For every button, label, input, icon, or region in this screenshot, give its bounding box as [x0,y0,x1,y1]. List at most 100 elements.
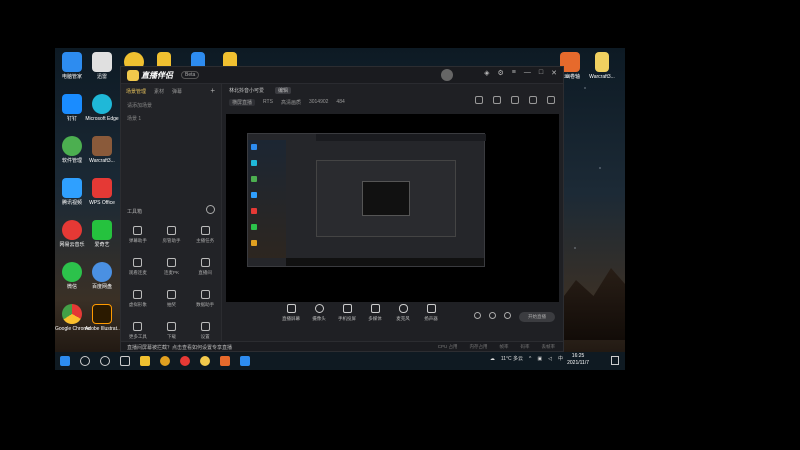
settings-icon[interactable]: ⚙ [498,69,504,77]
netease-music-taskbar-icon[interactable] [180,356,190,366]
media-button[interactable]: 多媒体 [361,304,389,322]
camera-button[interactable]: 摄像头 [305,304,333,322]
minimize-icon[interactable]: — [524,69,531,77]
tool-avatar[interactable]: 虚拟形象 [121,290,155,314]
phone-cast-button[interactable]: 手机投屏 [333,304,361,322]
cortana-icon[interactable] [100,356,110,366]
tool-lottery[interactable]: 抽奖 [155,290,189,314]
notification-icon[interactable] [611,356,619,365]
desktop-icon-label: 爱奇艺 [94,242,110,248]
music-icon [62,220,82,240]
avatar-icon [133,290,143,299]
desktop-icon-edge[interactable]: Microsoft Edge [85,94,119,122]
tool-data-helper[interactable]: 数据助手 [188,290,222,314]
chrome-taskbar-icon[interactable] [160,356,170,366]
camera-icon[interactable] [511,96,519,104]
edit-title-button[interactable]: 编辑 [275,87,292,94]
tab-scene-manager[interactable]: 场景管理 [126,88,146,95]
windows-start-icon[interactable] [60,356,70,366]
source-controls: 直播屏幕 摄像头 手机投屏 多媒体 麦克风 扬声器 [223,304,563,328]
download-icon [166,322,176,331]
shield-icon [62,52,82,72]
window-controls: ◈ ⚙ ≡ — □ ✕ [484,69,557,77]
tool-watch-mic[interactable]: 观看连麦 [121,258,155,282]
desktop-icon-illustrator[interactable]: Adobe Illustrat... [85,304,121,332]
tool-live-room[interactable]: 直播间 [188,258,222,282]
avatar[interactable] [441,69,453,81]
performance-stats: CPU 占用 内存占用 帧率 码率 丢帧率 [438,344,555,350]
tab-assets[interactable]: 素材 [154,88,164,95]
task-icon [200,226,210,235]
bell-icon[interactable] [529,96,537,104]
stream-preview[interactable] [226,114,559,302]
more-icon [133,322,143,331]
share-icon[interactable] [547,96,555,104]
nested-app-icon [251,240,257,246]
tool-danmaku-helper[interactable]: 弹幕助手 [121,226,155,250]
lock-icon[interactable] [475,96,483,104]
tray-expand-icon[interactable]: ^ [529,356,531,362]
edge-icon [92,94,112,114]
weather-icon: ☁ [489,355,495,362]
shield-taskbar-icon[interactable] [240,356,250,366]
room-id: 3014902 [308,99,329,105]
desktop-icon-xunlei[interactable]: 迅雷 [85,52,119,80]
speaker-button[interactable]: 扬声器 [417,304,445,322]
pk-icon [166,258,176,267]
desktop-icon-software-manager[interactable]: 软件管理 [55,136,89,164]
clock-date: 2021/11/7 [567,360,589,366]
tool-room-admin[interactable]: 房管助手 [155,226,189,250]
status-notice[interactable]: 直播间屏幕被拦截？点击查看如何设置专享直播 [127,344,232,351]
apps-icon [62,136,82,156]
stat-dropped: 丢帧率 [541,344,556,349]
tool-anchor-task[interactable]: 主播任务 [188,226,222,250]
record-icon[interactable] [474,312,481,319]
desktop-icon-computer-manager[interactable]: 电脑管家 [55,52,89,80]
room-meta: 横屏直播 RTS 高清画质 3014902 484 [229,99,345,106]
desktop-icon-tencent-video[interactable]: 腾讯视频 [55,178,89,206]
menu-icon[interactable]: ≡ [512,69,516,77]
add-scene-icon[interactable]: + [210,86,215,95]
volume-icon[interactable]: ◁ [548,356,552,362]
skin-icon[interactable]: ◈ [484,69,489,77]
gear-icon[interactable] [504,312,511,319]
desktop-icon-baidu-netdisk[interactable]: 百度网盘 [85,262,119,290]
desktop-icon-warcraft-right[interactable]: Warcraft3... [585,52,619,80]
file-explorer-icon[interactable] [140,356,150,366]
task-view-icon[interactable] [120,356,130,366]
network-icon[interactable]: ▣ [537,356,542,362]
desktop-icon-chrome[interactable]: Google Chrome [55,304,90,332]
desktop-icon-netease-music[interactable]: 网易云音乐 [55,220,89,248]
user-icon [166,226,176,235]
tool-pk[interactable]: 连麦PK [155,258,189,282]
desktop-icon-wechat[interactable]: 微信 [55,262,89,290]
ime-indicator[interactable]: 中 [558,355,563,362]
timer-icon[interactable] [489,312,496,319]
desktop-icon-dingtalk[interactable]: 钉钉 [55,94,89,122]
desktop-icon-label: 腾讯视频 [61,200,82,206]
game-taskbar-icon[interactable] [220,356,230,366]
desktop-icon-label: Microsoft Edge [85,116,119,122]
desktop-icon-label: 微信 [66,284,77,290]
scene-item[interactable]: 场景 1 [121,112,221,125]
desktop-icon-warcraft[interactable]: Warcraft3... [85,136,119,164]
quality-select[interactable]: 高清画质 [281,99,301,106]
live-companion-taskbar-icon[interactable] [200,356,210,366]
microphone-button[interactable]: 麦克风 [389,304,417,322]
screen-capture-button[interactable]: 直播屏幕 [277,304,305,322]
search-icon[interactable] [80,356,90,366]
desktop-icon-wps[interactable]: WPS Office [85,178,119,206]
cloud-icon [92,262,112,282]
layer-icon[interactable] [493,96,501,104]
close-icon[interactable]: ✕ [551,69,557,77]
weather-text[interactable]: 11°C 多云 [501,355,523,362]
start-live-button[interactable]: 开始直播 [519,312,555,322]
toolbox-settings-icon[interactable] [206,205,215,214]
desktop-icon-iqiyi[interactable]: 爱奇艺 [85,220,119,248]
taskbar-clock[interactable]: 16:25 2021/11/7 [567,353,589,367]
maximize-icon[interactable]: □ [539,69,543,77]
room-icon [200,258,210,267]
orientation-badge[interactable]: 横屏直播 [229,99,256,106]
nested-taskbar [286,258,484,266]
tab-danmaku[interactable]: 弹幕 [172,88,182,95]
